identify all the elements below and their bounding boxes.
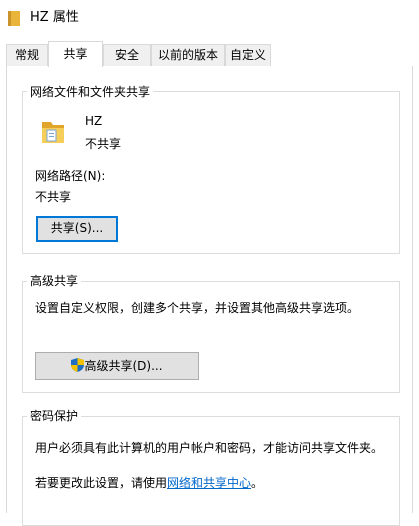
network-sharing-title: 网络文件和文件夹共享 [27, 84, 154, 100]
tab-customize[interactable]: 自定义 [225, 44, 271, 66]
folder-status: 不共享 [85, 137, 122, 151]
change-setting-text: 若要更改此设置，请使用网络和共享中心。 [35, 474, 263, 491]
password-protection-description: 用户必须具有此计算机的用户帐户和密码，才能访问共享文件夹。 [35, 441, 384, 455]
tab-security[interactable]: 安全 [103, 44, 151, 66]
advanced-sharing-description: 设置自定义权限，创建多个共享，并设置其他高级共享选项。 [35, 301, 360, 315]
shared-folder-icon [42, 122, 64, 143]
tab-sharing[interactable]: 共享 [48, 41, 103, 67]
advanced-sharing-button[interactable]: 高级共享(D)... [35, 352, 199, 380]
password-protection-group [22, 416, 400, 526]
uac-shield-icon [71, 358, 85, 372]
tab-previous-versions[interactable]: 以前的版本 [151, 44, 225, 66]
network-sharing-center-link[interactable]: 网络和共享中心 [167, 476, 251, 490]
advanced-sharing-button-label: 高级共享(D)... [84, 359, 163, 373]
password-protection-title: 密码保护 [27, 408, 82, 424]
network-path-value: 不共享 [35, 190, 72, 204]
advanced-sharing-title: 高级共享 [27, 273, 82, 289]
title-bar: HZ 属性 [0, 0, 419, 36]
network-path-label: 网络路径(N): [35, 169, 106, 183]
share-button[interactable]: 共享(S)... [36, 216, 118, 242]
change-setting-prefix: 若要更改此设置，请使用 [35, 476, 168, 490]
folder-icon [8, 11, 20, 26]
window-title: HZ 属性 [30, 10, 79, 25]
tab-general[interactable]: 常规 [6, 44, 48, 66]
folder-name: HZ [85, 114, 103, 128]
change-setting-suffix: 。 [251, 476, 264, 490]
